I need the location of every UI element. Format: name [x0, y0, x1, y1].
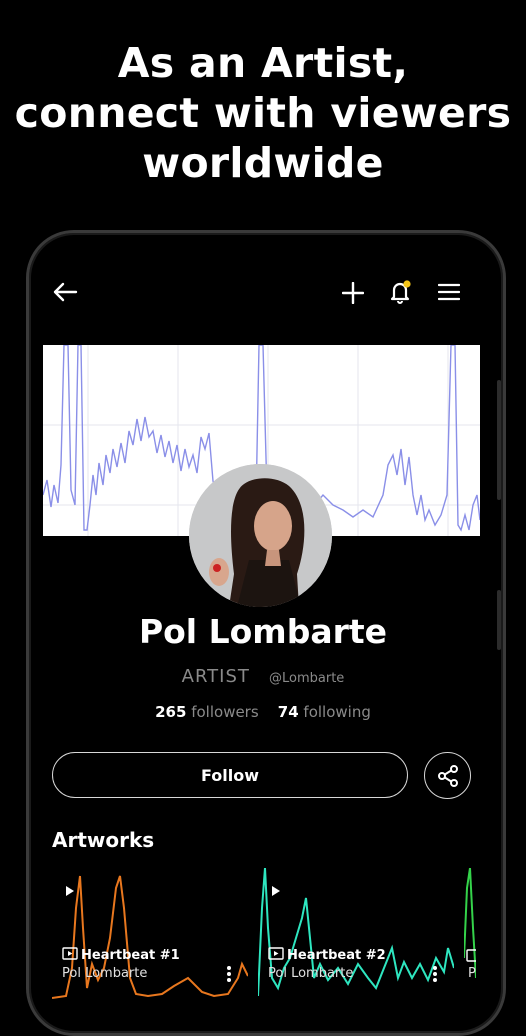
headline-line-3: worldwide: [142, 139, 384, 187]
followers-count: 265: [155, 703, 187, 721]
video-icon: [268, 947, 284, 964]
headline-line-2: connect with viewers: [14, 89, 512, 137]
role-badge: ARTIST: [181, 666, 250, 687]
following-label: following: [303, 703, 371, 721]
play-icon[interactable]: [270, 882, 282, 901]
more-vertical-icon[interactable]: [432, 965, 438, 987]
artwork-title: Heartbeat #1: [81, 948, 180, 963]
artwork-title-row: Heartbeat #2: [268, 947, 386, 964]
artwork-card[interactable]: Heartbeat #1 Pol Lombarte: [52, 868, 248, 1000]
follow-button[interactable]: Follow: [52, 752, 408, 798]
profile-handle: @Lombarte: [269, 671, 345, 686]
promo-headline: As an Artist, connect with viewers world…: [0, 38, 526, 188]
phone-side-button: [497, 380, 501, 500]
share-icon: [437, 764, 458, 787]
play-icon[interactable]: [64, 882, 76, 901]
artwork-title-row: Heartbeat #1: [62, 947, 180, 964]
profile-stats: 265 followers 74 following: [0, 703, 526, 721]
following-count: 74: [277, 703, 299, 721]
share-button[interactable]: [424, 752, 471, 799]
artwork-artist: Pol Lombarte: [268, 966, 354, 981]
followers-label: followers: [191, 703, 259, 721]
arrow-left-icon[interactable]: [50, 278, 80, 306]
profile-meta: ARTIST @Lombarte: [0, 666, 526, 687]
plus-icon[interactable]: [340, 280, 366, 306]
notification-dot: [403, 280, 411, 288]
artwork-title: Heartbeat #2: [287, 948, 386, 963]
headline-line-1: As an Artist,: [117, 39, 409, 87]
video-icon: [62, 947, 78, 964]
artworks-section-title: Artworks: [52, 828, 155, 852]
artwork-artist: Pol Lombarte: [62, 966, 148, 981]
profile-name: Pol Lombarte: [138, 612, 388, 651]
bell-icon[interactable]: [386, 278, 416, 306]
artwork-card[interactable]: P: [464, 868, 476, 1000]
hamburger-menu-icon[interactable]: [436, 280, 462, 304]
artwork-artist: P: [468, 966, 476, 981]
following-link[interactable]: 74 following: [278, 703, 371, 721]
video-icon: [466, 947, 476, 966]
followers-link[interactable]: 265 followers: [155, 703, 263, 721]
more-vertical-icon[interactable]: [226, 965, 232, 987]
avatar[interactable]: [189, 464, 332, 607]
artwork-card[interactable]: Heartbeat #2 Pol Lombarte: [258, 868, 454, 1000]
